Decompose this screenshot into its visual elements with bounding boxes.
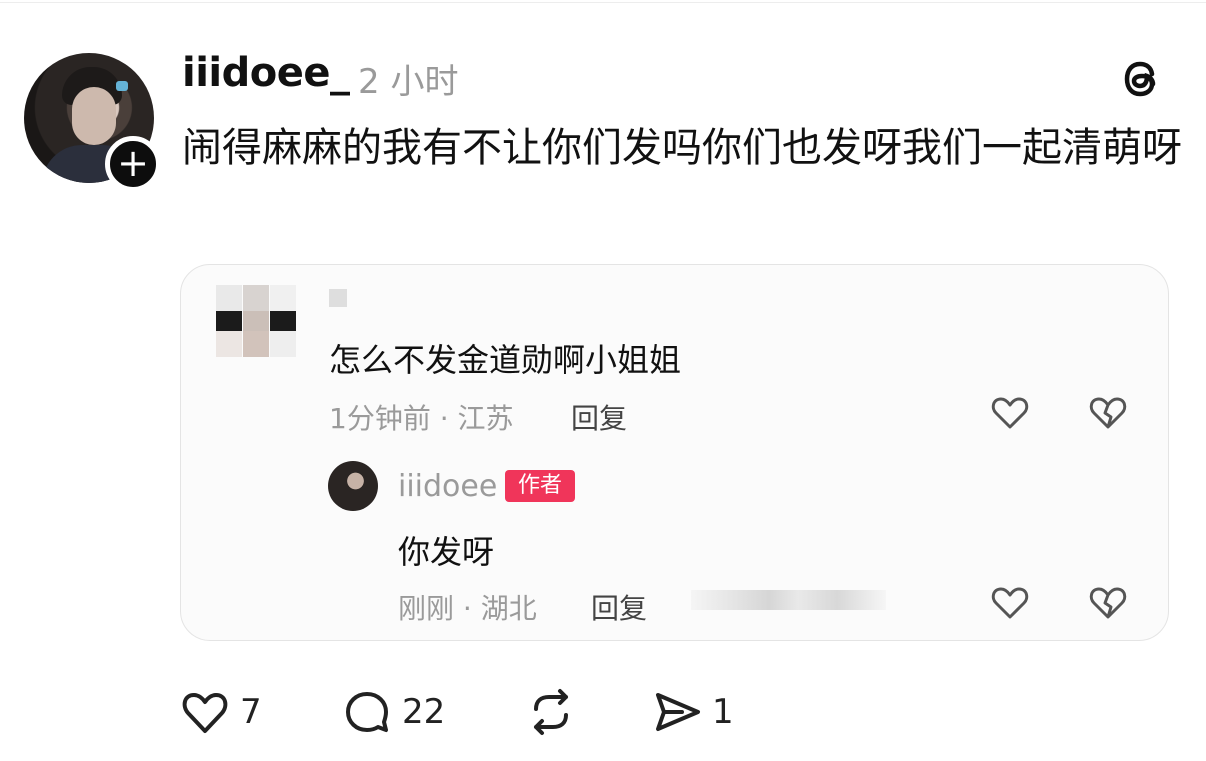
post-text: 闹得麻麻的我有不让你们发吗你们也发呀我们一起清萌呀 bbox=[182, 125, 1182, 171]
avatar-hairclip bbox=[116, 81, 128, 91]
reply-text: 你发呀 bbox=[398, 533, 495, 571]
top-divider bbox=[0, 2, 1206, 3]
heart-icon bbox=[182, 693, 228, 733]
plus-icon[interactable]: + bbox=[105, 136, 161, 192]
reply-avatar[interactable] bbox=[328, 461, 378, 511]
heart-icon[interactable] bbox=[990, 583, 1030, 623]
pixel-block bbox=[243, 285, 269, 311]
author-badge: 作者 bbox=[505, 470, 575, 502]
pixel-block bbox=[216, 331, 242, 357]
broken-heart-icon[interactable] bbox=[1088, 393, 1128, 433]
threads-logo-icon[interactable] bbox=[1116, 54, 1166, 104]
reply-username[interactable]: iiidoee bbox=[398, 469, 497, 504]
pixel-block bbox=[216, 311, 242, 331]
post-time: 2 小时 bbox=[358, 62, 459, 102]
like-action[interactable]: 7 bbox=[180, 688, 262, 736]
pixel-block bbox=[270, 331, 296, 357]
pixel-block bbox=[270, 285, 296, 311]
like-count: 7 bbox=[240, 692, 262, 732]
share-count: 1 bbox=[712, 692, 734, 732]
avatar-face bbox=[72, 87, 116, 145]
pixel-block bbox=[270, 311, 296, 331]
comment-icon bbox=[346, 692, 388, 732]
pixel-block bbox=[243, 331, 269, 357]
comment-meta: 1分钟前 · 江苏 bbox=[329, 402, 514, 435]
heart-icon[interactable] bbox=[990, 393, 1030, 433]
share-action[interactable]: 1 bbox=[652, 688, 734, 736]
share-icon bbox=[656, 693, 700, 731]
comment-reply-button[interactable]: 回复 bbox=[571, 397, 627, 437]
repost-icon bbox=[534, 689, 568, 735]
pixelated-name bbox=[329, 289, 347, 307]
reply-reply-button[interactable]: 回复 bbox=[591, 587, 647, 627]
blurred-text bbox=[691, 590, 886, 610]
pixelated-avatar bbox=[216, 285, 242, 311]
broken-heart-icon[interactable] bbox=[1088, 583, 1128, 623]
pixel-block bbox=[243, 311, 269, 331]
comment-action[interactable]: 22 bbox=[342, 688, 445, 736]
repost-action[interactable] bbox=[526, 688, 576, 736]
username[interactable]: iiidoee_ bbox=[182, 50, 350, 96]
comment-count: 22 bbox=[402, 692, 446, 732]
embedded-screenshot[interactable]: 怎么不发金道勋啊小姐姐 1分钟前 · 江苏 回复 iiidoee 作者 你发呀 … bbox=[180, 264, 1169, 641]
comment-text: 怎么不发金道勋啊小姐姐 bbox=[329, 341, 682, 379]
reply-meta: 刚刚 · 湖北 bbox=[398, 592, 537, 625]
